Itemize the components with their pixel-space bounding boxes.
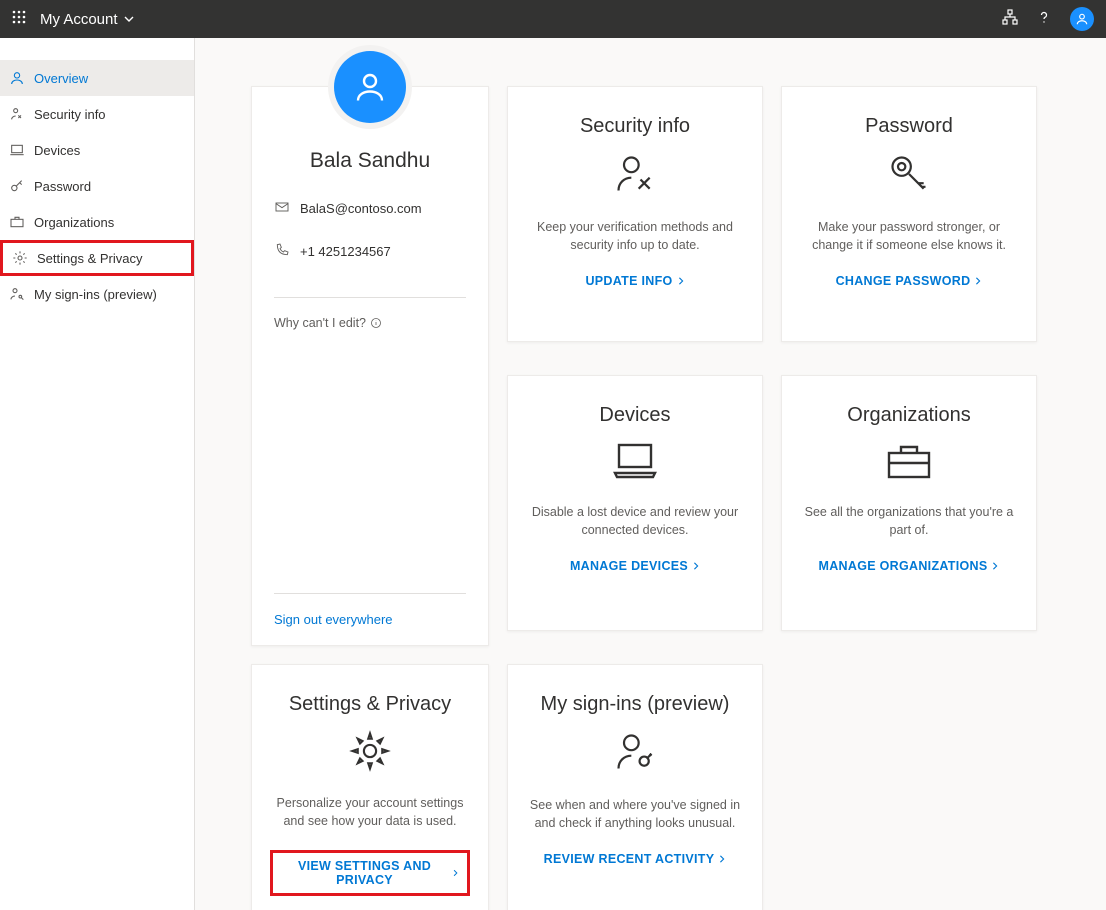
organizations-card: Organizations See all the organizations …	[781, 375, 1037, 631]
security-icon	[8, 105, 26, 123]
gear-icon	[11, 249, 29, 267]
change-password-link[interactable]: CHANGE PASSWORD	[836, 274, 983, 288]
divider	[274, 297, 466, 298]
card-title: Organizations	[847, 404, 970, 427]
divider	[274, 593, 466, 594]
security-card-icon	[613, 152, 657, 201]
topbar: My Account	[0, 0, 1106, 38]
review-recent-activity-link[interactable]: REVIEW RECENT ACTIVITY	[544, 852, 727, 866]
card-title: Security info	[580, 115, 690, 138]
help-icon[interactable]	[1036, 9, 1052, 30]
sidebar-item-label: My sign-ins (preview)	[34, 287, 157, 302]
sidebar-item-devices[interactable]: Devices	[0, 132, 194, 168]
chevron-right-icon	[718, 855, 726, 863]
chevron-right-icon	[974, 277, 982, 285]
update-info-link[interactable]: UPDATE INFO	[585, 274, 684, 288]
org-chart-icon[interactable]	[1002, 9, 1018, 30]
card-text: See when and where you've signed in and …	[526, 797, 744, 832]
sign-out-everywhere-link[interactable]: Sign out everywhere	[274, 612, 393, 627]
card-title: Settings & Privacy	[289, 693, 451, 716]
gear-card-icon	[349, 730, 391, 777]
settings-privacy-card: Settings & Privacy Personalize your acco…	[251, 664, 489, 910]
profile-email-row: BalaS@contoso.com	[274, 199, 422, 218]
chevron-down-icon	[124, 14, 134, 24]
sidebar-item-label: Organizations	[34, 215, 114, 230]
mail-icon	[274, 199, 290, 218]
person-icon	[8, 69, 26, 87]
main-content: Bala Sandhu BalaS@contoso.com +1 4251234…	[195, 38, 1106, 910]
profile-email: BalaS@contoso.com	[300, 201, 422, 216]
card-text: Make your password stronger, or change i…	[800, 219, 1018, 254]
info-icon	[370, 317, 382, 329]
sidebar-item-label: Settings & Privacy	[37, 251, 143, 266]
my-signins-card: My sign-ins (preview) See when and where…	[507, 664, 763, 910]
user-avatar[interactable]	[1070, 7, 1094, 31]
devices-card: Devices Disable a lost device and review…	[507, 375, 763, 631]
briefcase-card-icon	[885, 441, 933, 486]
sidebar-item-security-info[interactable]: Security info	[0, 96, 194, 132]
card-text: Personalize your account settings and se…	[270, 795, 470, 830]
app-title-dropdown[interactable]: My Account	[40, 11, 134, 28]
sidebar-item-my-signins[interactable]: My sign-ins (preview)	[0, 276, 194, 312]
signin-icon	[8, 285, 26, 303]
sidebar-item-label: Devices	[34, 143, 80, 158]
profile-avatar	[334, 51, 406, 123]
card-title: Devices	[599, 404, 670, 427]
card-title: Password	[865, 115, 953, 138]
why-cant-i-edit-link[interactable]: Why can't I edit?	[274, 316, 382, 330]
key-icon	[8, 177, 26, 195]
password-card: Password Make your password stronger, or…	[781, 86, 1037, 342]
chevron-right-icon	[452, 869, 459, 877]
sidebar-item-overview[interactable]: Overview	[0, 60, 194, 96]
profile-phone: +1 4251234567	[300, 244, 391, 259]
sidebar-item-label: Security info	[34, 107, 106, 122]
profile-phone-row: +1 4251234567	[274, 242, 391, 261]
chevron-right-icon	[692, 562, 700, 570]
laptop-card-icon	[611, 441, 659, 486]
signins-card-icon	[613, 730, 657, 779]
sidebar-item-password[interactable]: Password	[0, 168, 194, 204]
laptop-icon	[8, 141, 26, 159]
key-card-icon	[887, 152, 931, 201]
security-info-card: Security info Keep your verification met…	[507, 86, 763, 342]
profile-avatar-border	[328, 45, 412, 129]
briefcase-icon	[8, 213, 26, 231]
chevron-right-icon	[991, 562, 999, 570]
card-title: My sign-ins (preview)	[541, 693, 730, 716]
profile-card: Bala Sandhu BalaS@contoso.com +1 4251234…	[251, 86, 489, 646]
sidebar-item-label: Password	[34, 179, 91, 194]
manage-devices-link[interactable]: MANAGE DEVICES	[570, 559, 700, 573]
phone-icon	[274, 242, 290, 261]
card-text: See all the organizations that you're a …	[800, 504, 1018, 539]
manage-organizations-link[interactable]: MANAGE ORGANIZATIONS	[819, 559, 1000, 573]
sidebar-item-organizations[interactable]: Organizations	[0, 204, 194, 240]
card-text: Disable a lost device and review your co…	[526, 504, 744, 539]
sidebar-item-settings-privacy[interactable]: Settings & Privacy	[0, 240, 194, 276]
card-text: Keep your verification methods and secur…	[526, 219, 744, 254]
chevron-right-icon	[677, 277, 685, 285]
app-title: My Account	[40, 11, 118, 28]
profile-name: Bala Sandhu	[274, 149, 466, 173]
sidebar-item-label: Overview	[34, 71, 88, 86]
sidebar: Overview Security info Devices Password …	[0, 38, 195, 910]
view-settings-privacy-link[interactable]: VIEW SETTINGS AND PRIVACY	[270, 850, 470, 896]
app-launcher-icon[interactable]	[12, 10, 26, 29]
